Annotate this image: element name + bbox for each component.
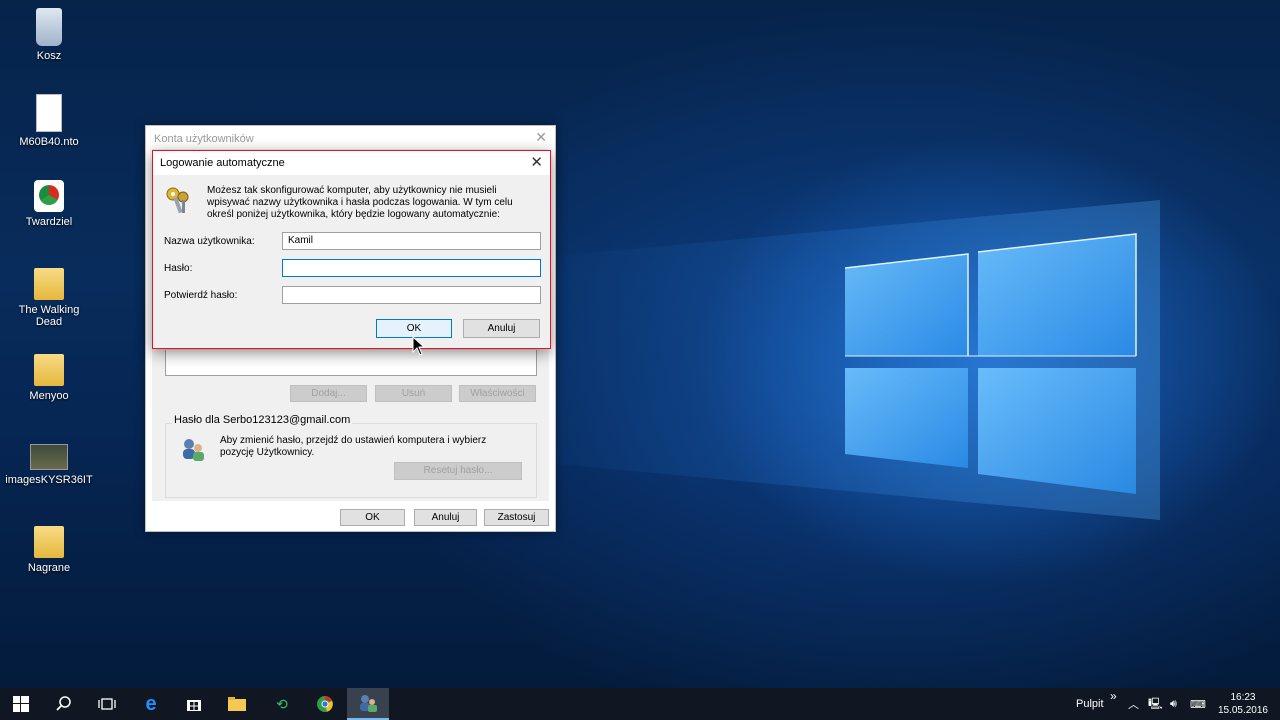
edge-icon: e <box>145 692 157 715</box>
desktop-icon-label: Twardziel <box>25 216 73 228</box>
desktop-icon-label: Kosz <box>36 50 62 62</box>
apply-button[interactable]: Zastosuj <box>484 509 549 526</box>
dialog-titlebar[interactable]: Logowanie automatyczne ✕ <box>153 151 550 175</box>
reset-password-button[interactable]: Resetuj hasło... <box>394 462 522 480</box>
tray-keyboard[interactable]: ⌨ <box>1190 688 1206 720</box>
chrome-icon <box>317 696 333 712</box>
desktop-icon-label: M60B40.nto <box>19 136 79 148</box>
dialog-description: Możesz tak skonfigurować komputer, aby u… <box>207 185 513 220</box>
properties-button[interactable]: Właściwości <box>459 385 536 402</box>
desktop-icon-label: Nagrane <box>27 562 71 574</box>
app-icon <box>34 180 64 212</box>
tray-volume[interactable]: 🔊︎ <box>1170 688 1177 720</box>
add-user-button[interactable]: Dodaj... <box>290 385 367 402</box>
desktop-icon-label: Menyoo <box>29 390 69 402</box>
taskbar-chrome[interactable] <box>304 688 346 720</box>
taskbar-app[interactable]: ⟲ <box>261 688 303 720</box>
users-list[interactable] <box>165 350 537 376</box>
taskbar-store[interactable] <box>173 688 215 720</box>
task-view-button[interactable] <box>86 688 128 720</box>
close-icon[interactable]: ✕ <box>530 153 543 171</box>
windows-logo-wallpaper <box>844 233 1137 494</box>
auto-logon-dialog: Logowanie automatyczne ✕ Możesz tak skon… <box>152 150 551 349</box>
username-field[interactable]: Kamil <box>282 232 541 250</box>
desktop-icon-kosz[interactable]: Kosz <box>4 8 94 62</box>
folder-icon <box>228 697 246 711</box>
cancel-button[interactable]: Anuluj <box>414 509 477 526</box>
desktop-toolbar-label: Pulpit <box>1076 698 1104 710</box>
users-icon <box>183 439 204 461</box>
window-titlebar[interactable]: Konta użytkowników ✕ <box>146 126 555 149</box>
password-info-text: Aby zmienić hasło, przejdź do ustawień k… <box>220 435 487 458</box>
desktop-icon-label: The Walking Dead <box>18 304 80 328</box>
password-label: Hasło: <box>164 263 193 274</box>
desktop-icon-nagrane[interactable]: Nagrane <box>4 522 94 574</box>
ok-button[interactable]: OK <box>340 509 405 526</box>
keys-icon <box>166 187 189 214</box>
clock-date: 15.05.2016 <box>1217 705 1268 716</box>
folder-icon <box>34 526 64 558</box>
toolbar-overflow[interactable]: » <box>1110 680 1117 712</box>
image-icon <box>30 444 68 470</box>
recycle-bin-icon <box>36 8 62 46</box>
window-title: Konta użytkowników <box>154 133 254 145</box>
confirm-password-label: Potwierdź hasło: <box>164 290 238 301</box>
taskbar-user-accounts[interactable] <box>347 688 389 720</box>
tray-network[interactable]: 🖳 <box>1148 688 1163 720</box>
taskbar-clock[interactable]: 16:23 15.05.2016 <box>1218 691 1268 717</box>
volume-icon: 🔊︎ <box>1170 697 1177 710</box>
taskbar-edge[interactable]: e <box>130 688 172 720</box>
users-icon <box>360 695 377 712</box>
desktop-icon-images[interactable]: imagesKYSR36IT <box>4 436 94 486</box>
windows-start-icon <box>13 696 29 712</box>
password-group-title: Hasło dla Serbo123123@gmail.com <box>172 414 353 426</box>
store-icon <box>187 700 201 711</box>
desktop-icon-label: imagesKYSR36IT <box>5 474 93 486</box>
desktop-icon-the-walking-dead[interactable]: The Walking Dead <box>4 264 94 328</box>
search-button[interactable] <box>43 688 85 720</box>
chevron-up-icon: ︿ <box>1128 699 1139 711</box>
cancel-button[interactable]: Anuluj <box>463 319 540 338</box>
remove-user-button[interactable]: Usuń <box>375 385 452 402</box>
start-button[interactable] <box>0 688 42 720</box>
desktop-icon-m60b40[interactable]: M60B40.nto <box>4 94 94 148</box>
app-icon: ⟲ <box>276 695 288 712</box>
dialog-title: Logowanie automatyczne <box>160 157 285 169</box>
clock-time: 16:23 <box>1230 692 1256 703</box>
taskbar: e ⟲ Pulpit » ︿ 🖳 🔊︎ ⌨ 16:23 15.05.2016 <box>0 688 1280 720</box>
file-icon <box>36 94 62 132</box>
desktop-icon-twardziel[interactable]: Twardziel <box>4 180 94 228</box>
desktop-icon-menyoo[interactable]: Menyoo <box>4 350 94 402</box>
password-field[interactable] <box>282 259 541 277</box>
search-icon <box>56 696 71 711</box>
folder-icon <box>34 268 64 300</box>
folder-icon <box>34 354 64 386</box>
mouse-cursor-icon <box>412 336 426 356</box>
desktop-toolbar[interactable]: Pulpit <box>1076 688 1104 720</box>
tray-show-hidden[interactable]: ︿ <box>1128 688 1139 720</box>
confirm-password-field[interactable] <box>282 286 541 304</box>
keyboard-icon: ⌨ <box>1190 698 1206 711</box>
network-icon: 🖳 <box>1148 697 1163 710</box>
close-icon[interactable]: ✕ <box>535 129 547 146</box>
taskbar-file-explorer[interactable] <box>216 688 258 720</box>
task-view-icon <box>98 698 116 710</box>
username-label: Nazwa użytkownika: <box>164 236 255 247</box>
